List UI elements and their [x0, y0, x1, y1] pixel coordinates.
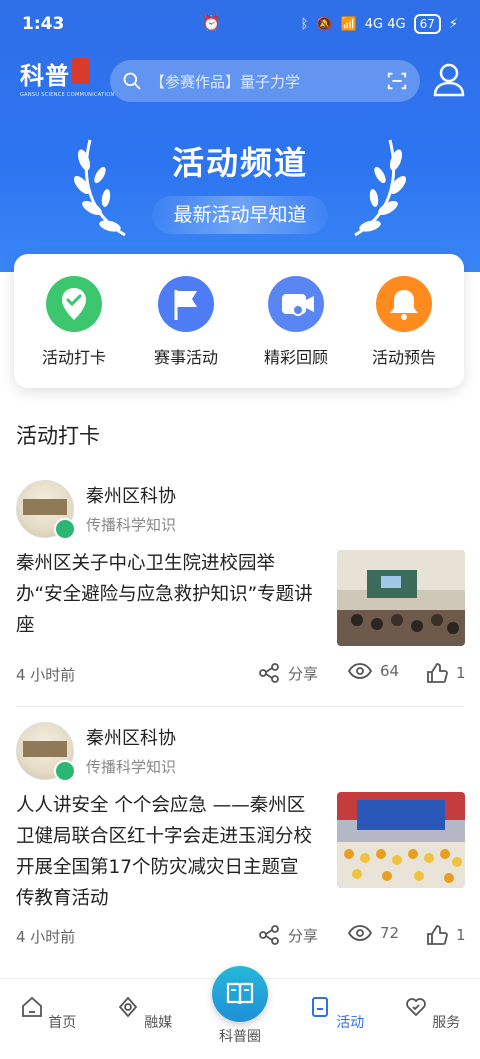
category-highlights[interactable]: 精彩回顾: [248, 276, 344, 368]
category-label: 活动预告: [371, 348, 436, 367]
nav-label: 首页: [48, 1015, 77, 1031]
share-button[interactable]: 分享: [258, 662, 318, 684]
like-button[interactable]: 1: [426, 662, 466, 684]
category-upcoming[interactable]: 活动预告: [356, 276, 452, 368]
category-competitions[interactable]: 赛事活动: [138, 276, 234, 368]
status-bar: 1:43 ⏰ ᛒ 🔕 📶 4G 4G 67 ⚡: [0, 0, 480, 50]
post-thumbnail[interactable]: [337, 792, 465, 888]
nav-label: 融媒: [144, 1015, 173, 1031]
category-label: 赛事活动: [153, 348, 218, 367]
alarm-icon: ⏰: [202, 14, 221, 32]
post-thumbnail[interactable]: [337, 550, 465, 646]
views-value: 72: [380, 924, 400, 942]
hero-header: 1:43 ⏰ ᛒ 🔕 📶 4G 4G 67 ⚡ 科普 GANSU SCIENCE…: [0, 0, 480, 272]
banner-subtitle: 最新活动早知道: [152, 196, 328, 234]
category-checkin[interactable]: 活动打卡: [26, 276, 122, 368]
home-icon: [21, 996, 42, 1017]
category-card: 活动打卡 赛事活动 精彩回顾 活动预告: [14, 254, 464, 388]
thumbs-up-icon: [427, 925, 448, 945]
post-text[interactable]: 人人讲安全 个个会应急 ——秦州区卫健局联合区红十字会走进玉润分校开展全国第17…: [16, 790, 316, 914]
laurel-left-icon: [73, 139, 126, 237]
nav-label: 服务: [432, 1015, 461, 1031]
post-author-desc: 传播科学知识: [86, 516, 177, 534]
views-value: 64: [380, 662, 400, 680]
nav-label: 活动: [336, 1015, 365, 1031]
category-label: 活动打卡: [41, 348, 106, 367]
logo-text: 科普: [20, 62, 70, 90]
post-author-desc: 传播科学知识: [86, 758, 177, 776]
likes-value: 1: [456, 926, 466, 944]
like-button[interactable]: 1: [426, 924, 466, 946]
verified-badge-icon: [54, 518, 76, 540]
views-count: 64: [348, 662, 399, 680]
nav-media[interactable]: 融媒: [104, 995, 184, 1032]
bell-icon: [376, 276, 432, 332]
laurel-right-icon: [354, 139, 407, 237]
banner-title: 活动频道: [171, 144, 308, 182]
charging-icon: ⚡: [448, 16, 458, 32]
nav-services[interactable]: 服务: [392, 995, 472, 1032]
category-label: 精彩回顾: [263, 348, 328, 367]
bookmark-icon: [311, 997, 328, 1017]
thumbs-up-icon: [427, 663, 448, 683]
network-indicator: 4G 4G: [364, 16, 406, 32]
mute-icon: 🔕: [316, 16, 333, 32]
share-icon: [259, 663, 279, 683]
share-label: 分享: [288, 664, 319, 683]
likes-value: 1: [456, 664, 466, 682]
scan-icon[interactable]: [386, 70, 408, 92]
verified-badge-icon: [54, 760, 76, 782]
nav-label-science-circle[interactable]: 科普圈: [200, 1026, 280, 1046]
post-author[interactable]: 秦州区科协: [86, 724, 176, 750]
user-profile-icon[interactable]: [432, 62, 466, 98]
post-meta: 4 小时前 分享 64 1: [0, 660, 480, 690]
status-time: 1:43: [22, 14, 65, 34]
share-label: 分享: [288, 926, 319, 945]
wifi-icon: 📶: [340, 16, 357, 32]
views-count: 72: [348, 924, 399, 942]
search-placeholder: 【参赛作品】量子力学: [150, 72, 301, 91]
avatar-plate: [23, 499, 67, 515]
app-logo[interactable]: 科普 GANSU SCIENCE COMMUNICATION: [20, 56, 114, 102]
bluetooth-icon: ᛒ: [300, 16, 309, 32]
eye-icon: [348, 663, 372, 679]
search-icon: [123, 72, 141, 90]
logo-seal-icon: [72, 58, 90, 84]
nav-home[interactable]: 首页: [8, 995, 88, 1032]
post-time: 4 小时前: [16, 666, 76, 684]
media-icon: [118, 996, 137, 1018]
post-time: 4 小时前: [16, 928, 76, 946]
logo-subtitle: GANSU SCIENCE COMMUNICATION: [20, 92, 115, 98]
share-icon: [259, 925, 279, 945]
section-title: 活动打卡: [16, 424, 100, 448]
book-icon: [226, 982, 254, 1005]
video-camera-icon: [268, 276, 324, 332]
flag-icon: [158, 276, 214, 332]
post-text[interactable]: 秦州区关子中心卫生院进校园举办“安全避险与应急救护知识”专题讲座: [16, 548, 316, 641]
nav-activities[interactable]: 活动: [296, 995, 376, 1032]
share-button[interactable]: 分享: [258, 924, 318, 946]
post-meta: 4 小时前 分享 72 1: [0, 922, 480, 952]
divider: [16, 706, 464, 707]
avatar-plate: [23, 741, 67, 757]
nav-science-circle-button[interactable]: [212, 966, 268, 1022]
search-bar[interactable]: 【参赛作品】量子力学: [110, 60, 420, 102]
eye-icon: [348, 925, 372, 941]
post-author[interactable]: 秦州区科协: [86, 482, 176, 508]
heart-hand-icon: [405, 998, 426, 1017]
location-check-icon: [46, 276, 102, 332]
battery-indicator: 67: [413, 14, 441, 34]
